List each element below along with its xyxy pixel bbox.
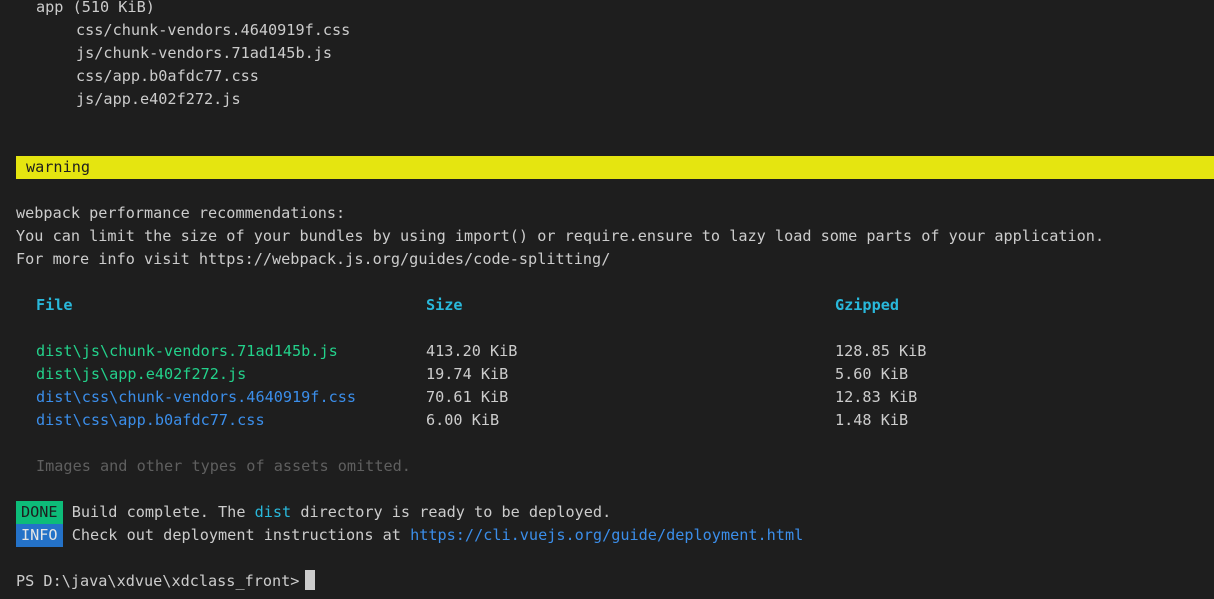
asset-file: js/app.e402f272.js <box>76 90 241 108</box>
shell-prompt: PS D:\java\xdvue\xdclass_front> <box>16 572 300 590</box>
row-gzipped: 5.60 KiB <box>835 365 909 383</box>
done-badge: DONE <box>16 501 63 524</box>
dist-dir: dist <box>254 503 292 521</box>
row-size: 19.74 KiB <box>426 365 509 383</box>
row-gzipped: 128.85 KiB <box>835 342 927 360</box>
column-header-gzipped: Gzipped <box>835 296 900 314</box>
warning-banner: warning <box>16 156 1214 179</box>
info-text: Check out deployment instructions at <box>71 526 411 544</box>
row-size: 413.20 KiB <box>426 342 518 360</box>
done-text-after: directory is ready to be deployed. <box>291 503 612 521</box>
deployment-link[interactable]: https://cli.vuejs.org/guide/deployment.h… <box>410 526 803 544</box>
column-header-file: File <box>36 296 73 314</box>
row-file: dist\css\chunk-vendors.4640919f.css <box>36 388 357 406</box>
text-cursor <box>305 570 316 590</box>
row-gzipped: 12.83 KiB <box>835 388 918 406</box>
prompt-line[interactable]: PS D:\java\xdvue\xdclass_front> <box>16 570 316 593</box>
row-file: dist\css\app.b0afdc77.css <box>36 411 265 429</box>
done-line: DONE Build complete. The dist directory … <box>16 501 611 524</box>
row-gzipped: 1.48 KiB <box>835 411 909 429</box>
row-size: 6.00 KiB <box>426 411 500 429</box>
warning-message: You can limit the size of your bundles b… <box>16 227 1105 245</box>
assets-omitted-note: Images and other types of assets omitted… <box>36 457 411 475</box>
info-badge: INFO <box>16 524 63 547</box>
column-header-size: Size <box>426 296 463 314</box>
row-file: dist\js\chunk-vendors.71ad145b.js <box>36 342 338 360</box>
done-text-before: Build complete. The <box>71 503 255 521</box>
row-file: dist\js\app.e402f272.js <box>36 365 247 383</box>
row-size: 70.61 KiB <box>426 388 509 406</box>
asset-file: js/chunk-vendors.71ad145b.js <box>76 44 333 62</box>
asset-group-label: app (510 KiB) <box>36 0 155 16</box>
asset-file: css/chunk-vendors.4640919f.css <box>76 21 351 39</box>
warning-more-info: For more info visit https://webpack.js.o… <box>16 250 611 268</box>
info-line: INFO Check out deployment instructions a… <box>16 524 803 547</box>
warning-title: webpack performance recommendations: <box>16 204 346 222</box>
asset-file: css/app.b0afdc77.css <box>76 67 259 85</box>
